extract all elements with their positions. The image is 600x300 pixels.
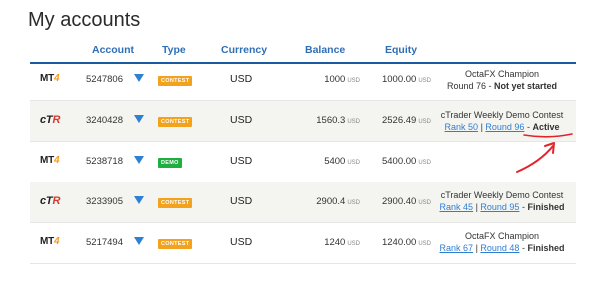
column-header-equity: Equity xyxy=(385,44,418,56)
balance: 1560.3 USD xyxy=(316,115,360,126)
mt4-logo: MT4 xyxy=(40,73,60,84)
type-badge-contest: CONTEST xyxy=(158,198,193,208)
type-badge-contest: CONTEST xyxy=(158,117,193,127)
table-row: cTR 3240428 CONTEST USD 1560.3 USD 2526.4… xyxy=(30,101,576,142)
balance: 2900.4 USD xyxy=(316,196,360,207)
contest-state: Active xyxy=(532,122,560,132)
column-header-account: Account xyxy=(92,44,134,56)
account-number: 5238718 xyxy=(86,156,123,167)
type-badge-contest: CONTEST xyxy=(158,239,193,249)
account-dropdown-arrow-icon[interactable] xyxy=(134,115,144,123)
currency: USD xyxy=(230,73,253,85)
rank-link[interactable]: Rank 50 xyxy=(445,122,479,132)
column-header-type: Type xyxy=(162,44,186,56)
account-dropdown-arrow-icon[interactable] xyxy=(134,237,144,245)
page-title: My accounts xyxy=(28,9,141,31)
round-link[interactable]: Round 48 xyxy=(480,243,519,253)
round-link[interactable]: Round 96 xyxy=(485,122,524,132)
account-number: 3240428 xyxy=(86,115,123,126)
contest-state: Finished xyxy=(527,243,565,253)
equity: 1240.00 USD xyxy=(381,237,431,248)
equity: 2526.49 USD xyxy=(381,115,431,126)
table-row: cTR 3233905 CONTEST USD 2900.4 USD 2900.4… xyxy=(30,182,576,223)
equity: 5400.00 USD xyxy=(381,156,431,167)
currency: USD xyxy=(230,236,253,248)
ctrader-logo: cTR xyxy=(40,114,61,126)
account-number: 5247806 xyxy=(86,74,123,85)
account-dropdown-arrow-icon[interactable] xyxy=(134,156,144,164)
account-number: 3233905 xyxy=(86,196,123,207)
balance: 5400 USD xyxy=(324,156,360,167)
column-header-balance: Balance xyxy=(305,44,346,56)
currency: USD xyxy=(230,114,253,126)
ctrader-logo: cTR xyxy=(40,195,61,207)
rank-link[interactable]: Rank 45 xyxy=(440,202,474,212)
contest-status: cTrader Weekly Demo Contest Rank 50 | Ro… xyxy=(432,109,572,133)
round-link[interactable]: Round 95 xyxy=(480,202,519,212)
balance: 1240 USD xyxy=(324,237,360,248)
contest-name: cTrader Weekly Demo Contest xyxy=(440,190,564,200)
contest-status: OctaFX Champion Round 76 - Not yet start… xyxy=(432,68,572,92)
contest-state: Finished xyxy=(527,202,565,212)
mt4-logo: MT4 xyxy=(40,236,60,247)
contest-status: cTrader Weekly Demo Contest Rank 45 | Ro… xyxy=(432,189,572,213)
table-row: MT4 5238718 DEMO USD 5400 USD 5400.00 USD xyxy=(30,142,576,183)
currency: USD xyxy=(230,155,253,167)
account-dropdown-arrow-icon[interactable] xyxy=(134,196,144,204)
equity: 2900.40 USD xyxy=(381,196,431,207)
table-row: MT4 5247806 CONTEST USD 1000 USD 1000.00 U… xyxy=(30,60,576,101)
column-header-currency: Currency xyxy=(221,44,268,56)
contest-name: OctaFX Champion xyxy=(464,231,540,241)
contest-status: OctaFX Champion Rank 67 | Round 48 - Fin… xyxy=(432,230,572,254)
account-dropdown-arrow-icon[interactable] xyxy=(134,74,144,82)
contest-state: Not yet started xyxy=(494,81,558,91)
balance: 1000 USD xyxy=(324,74,360,85)
type-badge-contest: CONTEST xyxy=(158,76,193,86)
table-row: MT4 5217494 CONTEST USD 1240 USD 1240.00 U… xyxy=(30,223,576,264)
contest-round: Round 76 xyxy=(446,81,487,91)
currency: USD xyxy=(230,195,253,207)
type-badge-demo: DEMO xyxy=(158,158,182,168)
equity: 1000.00 USD xyxy=(381,74,431,85)
rank-link[interactable]: Rank 67 xyxy=(440,243,474,253)
contest-name: OctaFX Champion xyxy=(464,69,540,79)
account-number: 5217494 xyxy=(86,237,123,248)
contest-name: cTrader Weekly Demo Contest xyxy=(440,110,564,120)
mt4-logo: MT4 xyxy=(40,155,60,166)
